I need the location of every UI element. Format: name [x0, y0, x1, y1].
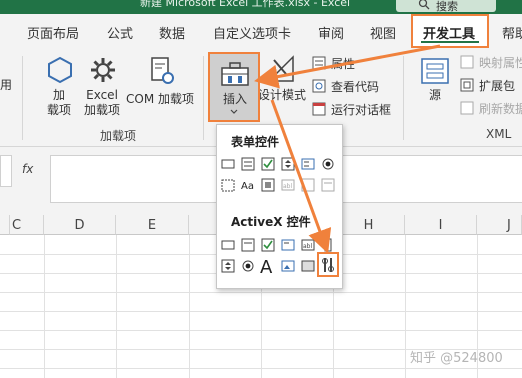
annotation-arrows	[254, 44, 441, 254]
arrow-to-insert	[254, 44, 441, 89]
watermark: 知乎 @524800	[410, 351, 503, 366]
arrow-to-more-controls	[270, 99, 332, 254]
